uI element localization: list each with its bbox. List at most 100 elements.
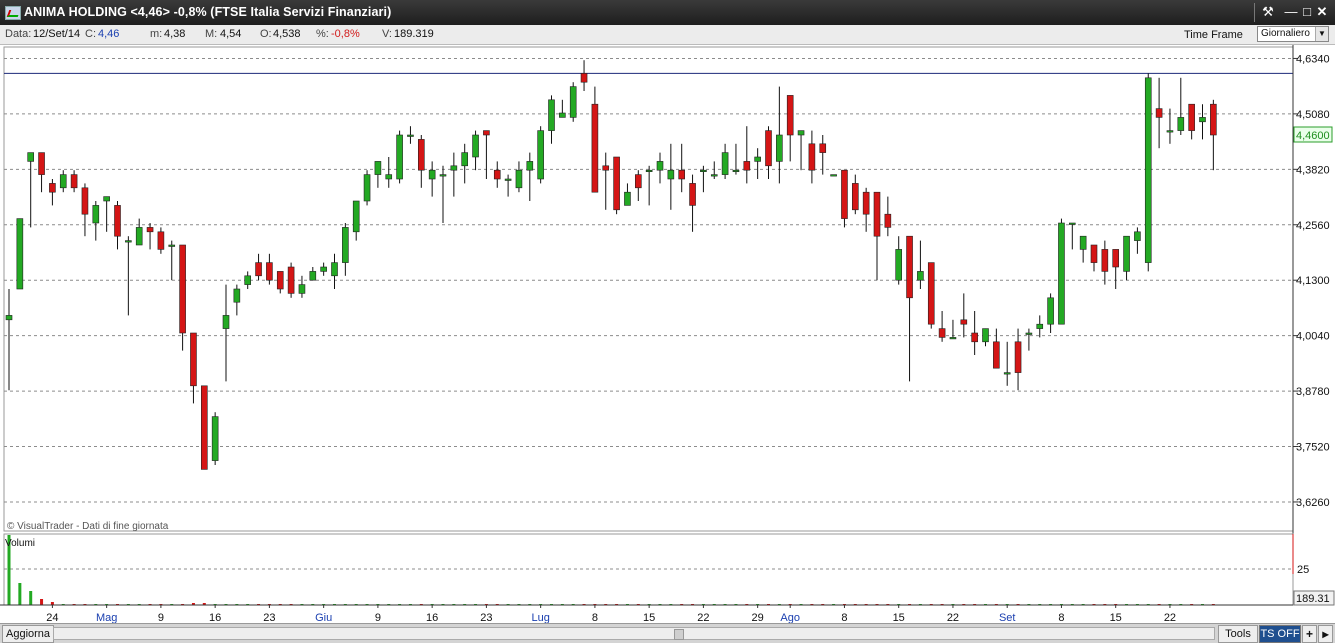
x-tick-label: 16 <box>209 612 221 623</box>
wrench-icon[interactable]: ⚒ <box>1260 4 1276 20</box>
x-tick-label: 29 <box>752 612 764 623</box>
candle-body-down <box>255 262 262 277</box>
candle-body-up <box>537 130 544 180</box>
candle-body-up <box>222 315 230 329</box>
volume-bar <box>29 591 33 605</box>
candle-body-down <box>70 174 78 189</box>
candle-body-up <box>1079 235 1087 250</box>
candle-body-down <box>1090 244 1098 263</box>
x-tick-label: 22 <box>1164 612 1176 623</box>
candle-body-down <box>678 169 686 180</box>
x-tick-label: 23 <box>480 612 492 623</box>
x-tick-label: 8 <box>592 612 598 623</box>
volume-tick-label: 25 <box>1297 564 1309 576</box>
x-tick-label: 8 <box>1058 612 1064 623</box>
candle-body-up <box>1134 231 1141 241</box>
volume-label: Volumi <box>5 538 35 549</box>
candle-body-up <box>1177 117 1185 131</box>
candle-body-down <box>179 244 186 334</box>
y-tick-label: 3,7520 <box>1296 442 1330 454</box>
x-tick-label: 15 <box>643 612 655 623</box>
candle-body-up <box>504 178 512 181</box>
price-chart[interactable]: 4,6340 4,5080 4,3820 4,2560 4,1300 4,0040 3,87… <box>0 45 1335 623</box>
candle-body-down <box>49 183 56 193</box>
candle-body-down <box>971 332 978 343</box>
y-tick-label: 3,8780 <box>1296 386 1330 398</box>
candle-body-down <box>765 130 772 167</box>
candle-body-up <box>1058 222 1065 325</box>
candle-body-down <box>927 262 935 325</box>
high-label: M: <box>205 28 218 40</box>
candle-body-down <box>1188 103 1195 131</box>
candle-body-up <box>949 337 957 340</box>
chevron-down-icon[interactable]: ▼ <box>1315 27 1328 41</box>
candle-body-up <box>569 86 577 118</box>
low-label: m: <box>150 28 163 40</box>
open-value: 4,538 <box>273 28 301 40</box>
candle-body-down <box>266 262 273 281</box>
candle-body-down <box>190 332 197 387</box>
candle-body-up <box>125 240 132 243</box>
candle-body-up <box>439 174 447 177</box>
candle-body-up <box>1069 222 1076 225</box>
candle-body-down <box>146 227 154 233</box>
candle-body-down <box>689 183 696 206</box>
candle-body-down <box>938 328 946 338</box>
pct-label: %: <box>316 28 329 40</box>
x-tick-label: 22 <box>947 612 959 623</box>
candle-body-down <box>602 165 610 171</box>
candle-body-up <box>754 156 761 162</box>
x-tick-label: 22 <box>697 612 709 623</box>
candle-body-down <box>634 174 642 189</box>
timeframe-select[interactable]: Giornaliero ▼ <box>1257 26 1329 42</box>
timeframe-value: Giornaliero <box>1261 28 1310 39</box>
refresh-button[interactable]: Aggiorna <box>2 625 55 643</box>
candle-body-down <box>1155 108 1163 118</box>
volume-bar <box>40 599 44 605</box>
x-tick-label: Set <box>999 612 1016 623</box>
minimize-icon[interactable]: — <box>1283 4 1299 20</box>
close-icon[interactable]: ✕ <box>1314 4 1330 20</box>
candle-body-up <box>135 227 143 246</box>
candle-body-up <box>244 275 251 285</box>
candle-body-down <box>591 103 599 193</box>
last-price-label: 4,4600 <box>1296 130 1330 142</box>
time-scrollbar[interactable] <box>53 627 1215 640</box>
candle-body-up <box>1144 77 1152 263</box>
scrollbar-thumb[interactable] <box>674 629 684 640</box>
candle-body-down <box>851 183 859 211</box>
ts-off-button[interactable]: TS OFF <box>1259 625 1301 643</box>
data-credit: © VisualTrader - Dati di fine giornata <box>7 521 169 532</box>
candle-body-down <box>417 139 425 171</box>
candle-body-up <box>16 218 24 290</box>
candle-body-up <box>320 266 327 272</box>
candle-body-up <box>700 169 707 172</box>
y-tick-label: 4,0040 <box>1296 331 1330 343</box>
candle-body-up <box>27 152 35 162</box>
y-tick-label: 4,1300 <box>1296 275 1330 287</box>
candle-body-up <box>1003 372 1011 375</box>
close-label: C: <box>85 28 96 40</box>
candle-body-up <box>710 174 718 177</box>
x-tick-label: 15 <box>1110 612 1122 623</box>
add-button[interactable]: + <box>1302 625 1317 643</box>
candle-body-up <box>1025 332 1033 335</box>
candle-body-down <box>786 95 794 136</box>
candle-body-down <box>819 143 827 153</box>
x-tick-label: 9 <box>375 612 381 623</box>
candle-body-down <box>743 161 751 171</box>
maximize-icon[interactable]: □ <box>1299 4 1315 20</box>
x-tick-label: Mag <box>96 612 117 623</box>
tools-button[interactable]: Tools <box>1218 625 1258 643</box>
y-tick-label: 4,2560 <box>1296 220 1330 232</box>
expand-button[interactable]: ▸ <box>1318 625 1333 643</box>
x-tick-label: Giu <box>315 612 332 623</box>
candle-body-down <box>157 231 165 250</box>
candle-body-down <box>1210 103 1217 136</box>
candle-body-up <box>515 169 523 189</box>
candle-body-up <box>1123 235 1130 272</box>
x-tick-label: 8 <box>841 612 847 623</box>
x-tick-label: Lug <box>531 612 549 623</box>
window-titlebar: ANIMA HOLDING <4,46> -0,8% (FTSE Italia … <box>0 0 1335 25</box>
y-tick-label: 4,5080 <box>1296 109 1330 121</box>
